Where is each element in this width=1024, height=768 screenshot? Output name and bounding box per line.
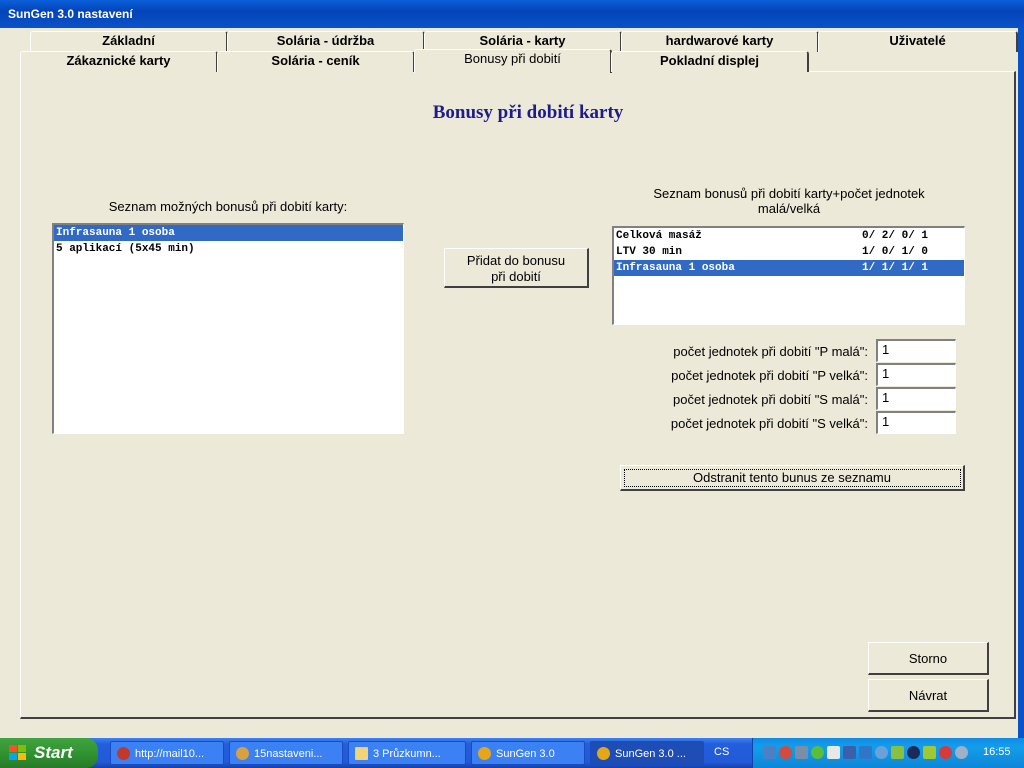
p-velka-field[interactable]: 1 [876,363,956,386]
list-item[interactable]: Celková masáž 0/ 2/ 0/ 1 [614,228,964,244]
remove-bonus-button[interactable]: Odstranit tento bunus ze seznamu [620,465,965,491]
list-item-text: 5 aplikací (5x45 min) [56,243,195,255]
add-button-label-2: při dobití [491,269,541,284]
field-label-s-mala: počet jednotek při dobití "S malá": [673,392,868,407]
start-button[interactable]: Start [0,738,98,768]
window-title: SunGen 3.0 nastavení [8,7,133,21]
tab-label: Bonusy při dobití [464,51,561,66]
taskbar: Start http://mail10... 15nastaveni... 3 … [0,738,1024,768]
red-tray-icon[interactable] [939,746,952,759]
tab-label: Pokladní displej [660,53,759,68]
tab-pokladni-displej[interactable]: Pokladní displej [611,51,809,72]
task-label: 3 Průzkumn... [373,748,441,760]
tab-solaria-udrzba[interactable]: Solária - údržba [227,31,425,52]
system-tray: 16:55 [752,738,1024,768]
assigned-bonus-list[interactable]: Celková masáž 0/ 2/ 0/ 1 LTV 30 min 1/ 0… [612,226,965,325]
tab-label: Solária - údržba [276,33,375,48]
add-button-label-1: Přidat do bonusu [466,253,566,268]
s-velka-field[interactable]: 1 [876,411,956,434]
antivirus-icon[interactable] [779,746,792,759]
volume-icon[interactable] [955,746,968,759]
media-icon[interactable] [907,746,920,759]
tab-label: Solária - ceník [271,53,360,68]
tab-bonusy-pri-dobiti[interactable]: Bonusy při dobití [414,49,612,73]
tab-zakladni[interactable]: Základní [30,31,228,52]
assigned-label-line-2: malá/velká [757,201,821,216]
task-button-browser[interactable]: http://mail10... [110,741,224,765]
task-button-nastaveni[interactable]: 15nastaveni... [229,741,343,765]
app-icon [236,747,249,760]
tab-label: hardwarové karty [665,33,774,48]
task-label: http://mail10... [135,748,205,760]
add-to-bonus-button[interactable]: Přidat do bonusu při dobití [444,248,589,288]
user-icon[interactable] [875,746,888,759]
bonus-name: Infrasauna 1 osoba [616,262,735,274]
monitor-icon[interactable] [843,746,856,759]
assigned-label-line-1: Seznam bonusů při dobití karty+počet jed… [653,186,925,201]
task-label: SunGen 3.0 ... [615,748,686,760]
tab-solaria-cenik[interactable]: Solária - ceník [217,51,415,72]
p-mala-field[interactable]: 1 [876,339,956,362]
tab-zakaznicke-karty[interactable]: Zákaznické karty [20,51,218,72]
list-item[interactable]: Infrasauna 1 osoba [54,225,403,241]
list-item-text: Infrasauna 1 osoba [56,227,175,239]
windows-flag-icon [9,745,26,760]
network-icon[interactable] [763,746,776,759]
available-list-label: Seznam možných bonusů při dobití karty: [108,199,348,214]
field-label-s-velka: počet jednotek při dobití "S velká": [670,416,868,431]
tab-uzivatele[interactable]: Uživatelé [818,31,1018,52]
tab-hardwarove-karty[interactable]: hardwarové karty [621,31,819,52]
update-icon[interactable] [891,746,904,759]
sun-icon [478,747,491,760]
available-bonus-list[interactable]: Infrasauna 1 osoba 5 aplikací (5x45 min) [52,223,404,434]
list-item[interactable]: LTV 30 min 1/ 0/ 1/ 0 [614,244,964,260]
tab-label: Zákaznické karty [66,53,171,68]
clock[interactable]: 16:55 [983,746,1011,758]
tab-label: Základní [102,33,155,48]
bonus-name: LTV 30 min [616,246,683,258]
task-label: 15nastaveni... [254,748,323,760]
opera-icon [117,747,130,760]
bonus-counts: 1/ 1/ 1/ 1 [862,262,929,274]
task-button-sungen-active[interactable]: SunGen 3.0 ... [590,741,704,765]
tab-label: Solária - karty [479,33,566,48]
window-frame-right [1018,28,1024,738]
display-icon[interactable] [795,746,808,759]
assigned-list-label: Seznam bonusů při dobití karty+počet jed… [600,186,978,216]
s-mala-field[interactable]: 1 [876,387,956,410]
language-indicator[interactable]: CS [714,746,729,758]
sun-icon [597,747,610,760]
task-label: SunGen 3.0 [496,748,555,760]
navrat-button[interactable]: Návrat [868,679,989,712]
computer-icon[interactable] [859,746,872,759]
tab-label: Uživatelé [889,33,946,48]
list-item[interactable]: 5 aplikací (5x45 min) [54,241,403,257]
page-title: Bonusy při dobití karty [432,102,624,123]
storno-button[interactable]: Storno [868,642,989,675]
green-tray-icon[interactable] [811,746,824,759]
bonus-name: Celková masáž [616,230,702,242]
task-button-sungen[interactable]: SunGen 3.0 [471,741,585,765]
window-titlebar[interactable]: SunGen 3.0 nastavení [0,0,1024,28]
bonus-counts: 1/ 0/ 1/ 0 [862,246,929,258]
start-label: Start [34,743,73,762]
power-icon[interactable] [923,746,936,759]
task-button-explorer[interactable]: 3 Průzkumn... [348,741,466,765]
bonus-counts: 0/ 2/ 0/ 1 [862,230,929,242]
folder-icon [355,747,368,760]
field-label-p-mala: počet jednotek při dobití "P malá": [673,344,868,359]
security-icon[interactable] [827,746,840,759]
field-label-p-velka: počet jednotek při dobití "P velká": [671,368,868,383]
list-item[interactable]: Infrasauna 1 osoba 1/ 1/ 1/ 1 [614,260,964,276]
